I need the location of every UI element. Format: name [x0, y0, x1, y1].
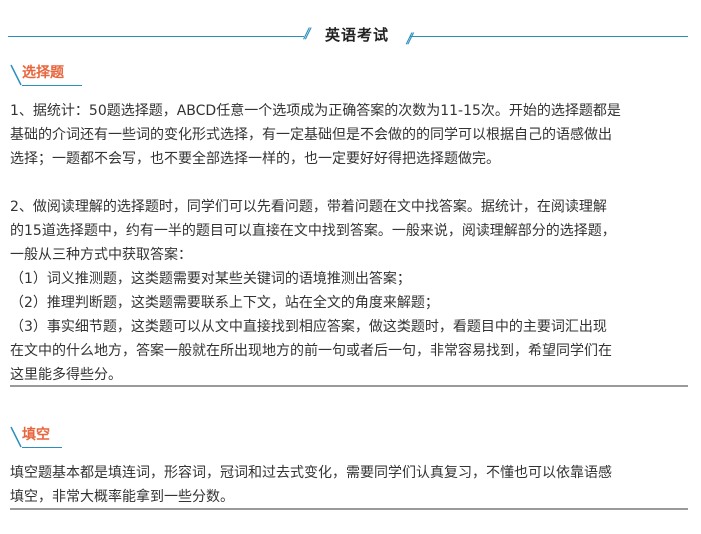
text-line: （1）词义推测题，这类题需要对某些关键词的语境推测出答案；: [10, 271, 411, 287]
text-line: 一般从三种方式中获取答案：: [10, 247, 192, 263]
paragraph-fill-1: 填空题基本都是填连词，形容词，冠词和过去式变化，需要同学们认真复习，不懂也可以依…: [10, 461, 688, 509]
text-line: （3）事实细节题，这类题可以从文中直接找到相应答案，做这类题时，看题目中的主要词…: [10, 319, 607, 335]
section-divider: [10, 508, 688, 510]
text-line: （2）推理判断题，这类题需要联系上下文，站在全文的角度来解题；: [10, 295, 439, 311]
text-line: 2、做阅读理解的选择题时，同学们可以先看问题，带着问题在文中找答案。据统计，在阅…: [10, 199, 607, 215]
slash-decoration-icon: //: [406, 31, 414, 47]
text-line: 基础的介词还有一些词的变化形式选择，有一定基础但是不会做的的同学可以根据自己的语…: [10, 127, 612, 143]
paragraph-choice-2: 2、做阅读理解的选择题时，同学们可以先看问题，带着问题在文中找答案。据统计，在阅…: [10, 195, 688, 387]
heading-slash-icon: [10, 426, 22, 448]
page-title: 英语考试: [324, 26, 389, 44]
section-heading-label: 选择题: [22, 65, 64, 81]
heading-slash-icon: [10, 64, 22, 86]
text-line: 选择；一题都不会写，也不要全部选择一样的，也一定要好好得把选择题做完。: [10, 151, 500, 167]
section-divider: [10, 385, 688, 387]
heading-underline: [22, 447, 62, 448]
text-line: 在文中的什么地方，答案一般就在所出现地方的前一句或者后一句，非常容易找到，希望同…: [10, 343, 612, 359]
slash-decoration-icon: //: [304, 26, 311, 42]
paragraph-choice-1: 1、据统计：50题选择题，ABCD任意一个选项成为正确答案的次数为11-15次。…: [10, 99, 688, 171]
page-title-bar: // 英语考试 //: [8, 22, 688, 48]
text-line: 1、据统计：50题选择题，ABCD任意一个选项成为正确答案的次数为11-15次。…: [10, 103, 621, 119]
text-line: 填空，非常大概率能拿到一些分数。: [10, 489, 234, 505]
section-heading-label: 填空: [22, 427, 50, 443]
text-line: 的15道选择题中，约有一半的题目可以直接在文中找到答案。一般来说，阅读理解部分的…: [10, 223, 616, 239]
heading-underline: [22, 85, 82, 86]
page-title-wrap: // 英语考试 //: [304, 22, 414, 48]
text-line: 这里能多得些分。: [10, 367, 122, 383]
text-line: 填空题基本都是填连词，形容词，冠词和过去式变化，需要同学们认真复习，不懂也可以依…: [10, 465, 612, 481]
